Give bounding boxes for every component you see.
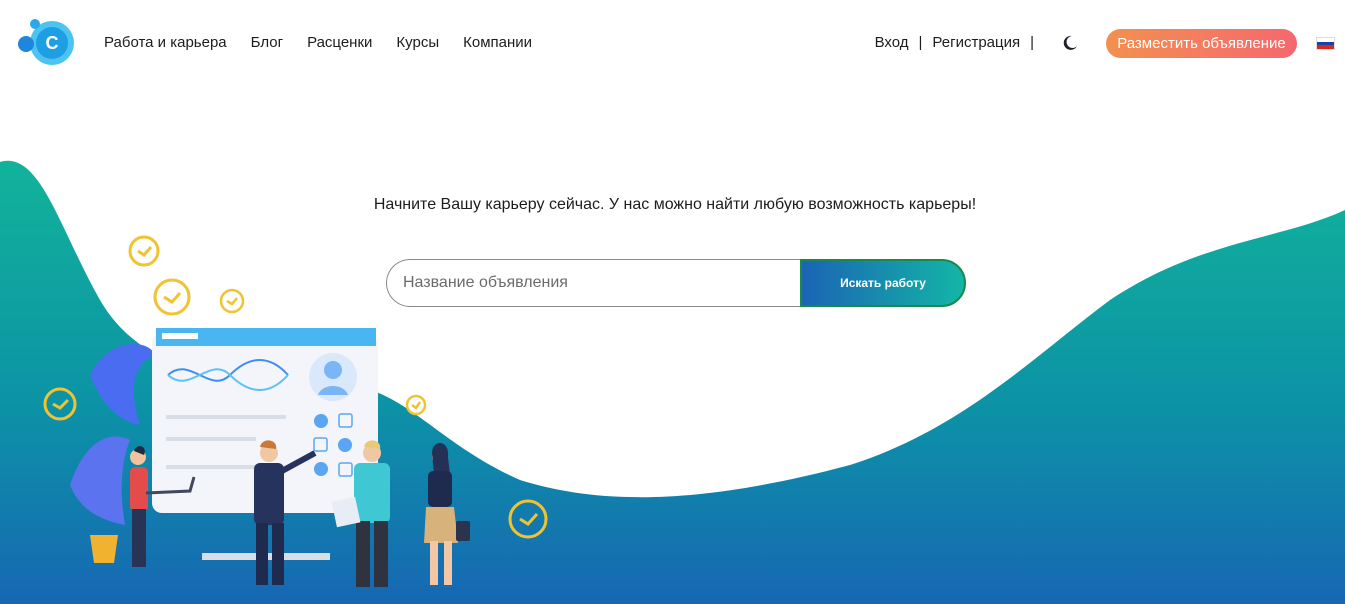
theme-separator: | <box>1030 34 1034 51</box>
main-nav: Работа и карьера Блог Расценки Курсы Ком… <box>104 34 532 51</box>
svg-text:C: C <box>46 33 59 53</box>
clock-icon <box>405 394 427 416</box>
person-figure <box>424 442 470 585</box>
post-ad-button[interactable]: Разместить объявление <box>1106 29 1297 58</box>
clock-icon <box>43 387 77 421</box>
moon-icon[interactable] <box>1061 34 1079 52</box>
search-input[interactable] <box>386 259 800 307</box>
site-header: C Работа и карьера Блог Расценки Курсы К… <box>0 0 1345 86</box>
nav-item-career[interactable]: Работа и карьера <box>104 34 227 51</box>
clock-icon <box>128 235 160 267</box>
auth-links: Вход | Регистрация | <box>875 34 1034 51</box>
clock-icon <box>219 288 245 314</box>
register-link[interactable]: Регистрация <box>932 34 1020 51</box>
clock-icon <box>153 278 191 316</box>
logo[interactable]: C <box>14 16 78 68</box>
nav-item-pricing[interactable]: Расценки <box>307 34 372 51</box>
login-link[interactable]: Вход <box>875 34 909 51</box>
hero-tagline: Начните Вашу карьеру сейчас. У нас можно… <box>373 196 977 213</box>
clock-icon <box>508 499 548 539</box>
nav-item-blog[interactable]: Блог <box>251 34 283 51</box>
job-search-form: Искать работу <box>386 259 966 307</box>
russian-flag-icon[interactable] <box>1316 37 1335 50</box>
auth-separator: | <box>918 34 923 51</box>
nav-item-courses[interactable]: Курсы <box>396 34 439 51</box>
search-button[interactable]: Искать работу <box>800 259 966 307</box>
nav-item-companies[interactable]: Компании <box>463 34 532 51</box>
